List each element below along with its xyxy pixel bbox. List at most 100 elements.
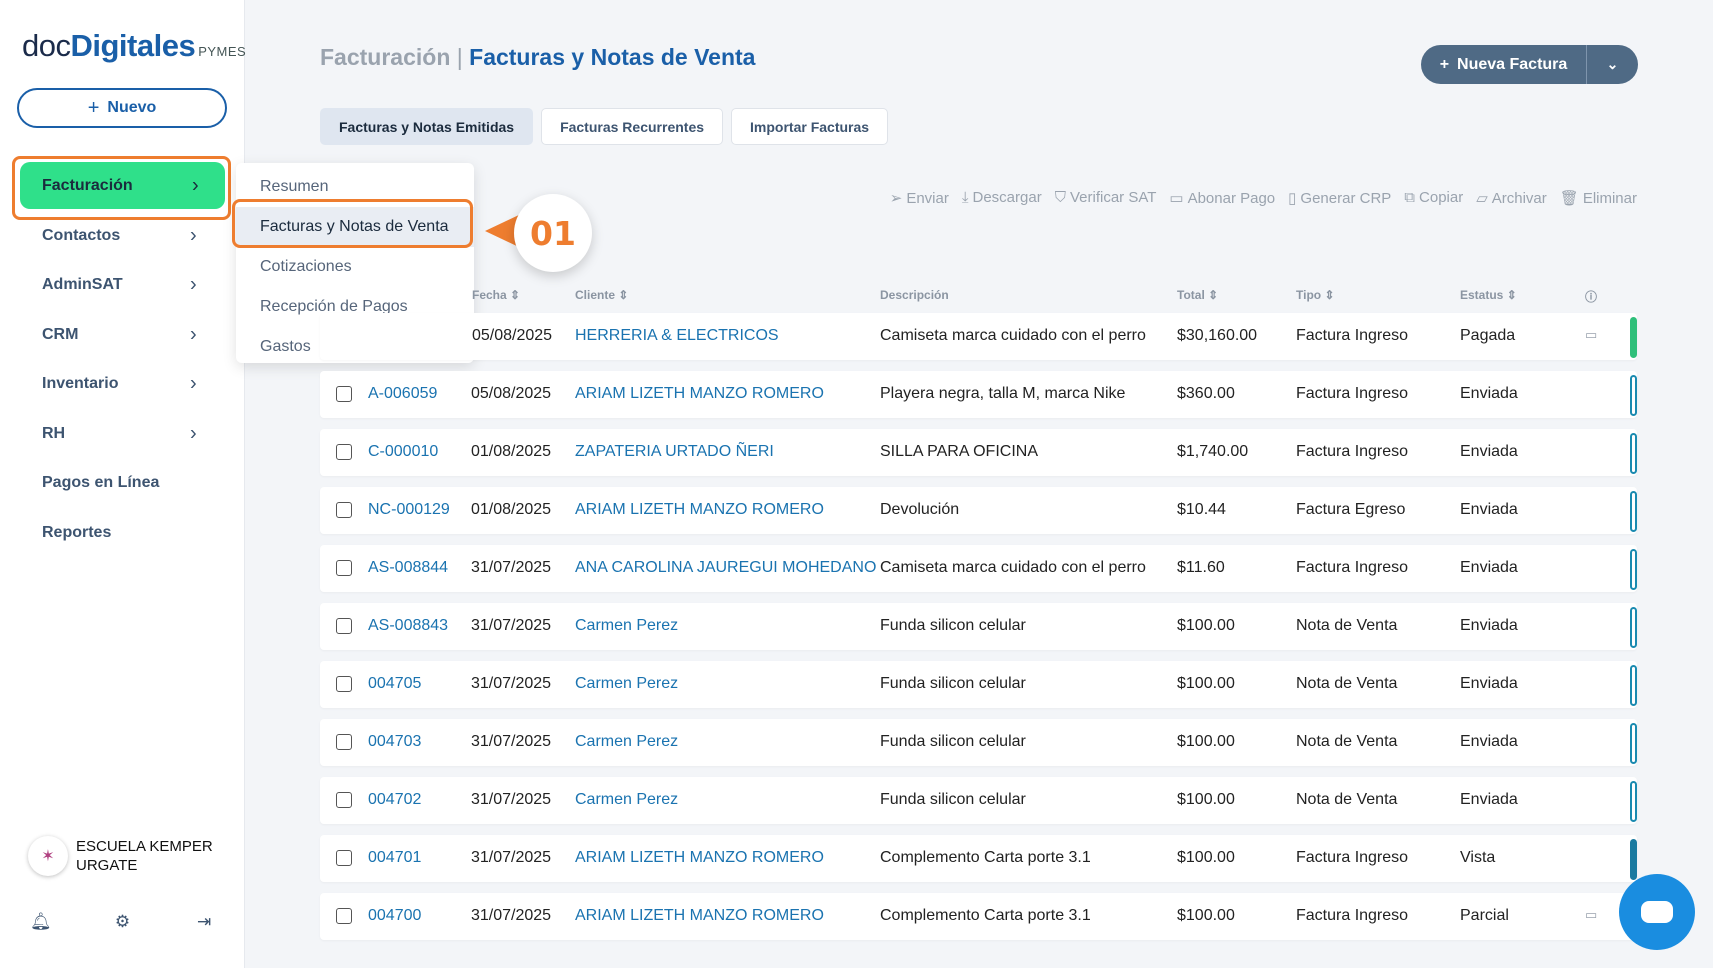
chevron-right-icon: › (190, 372, 197, 395)
new-invoice-button[interactable]: + Nueva Factura (1421, 56, 1586, 74)
table-row[interactable]: 05/08/2025 HERRERIA & ELECTRICOS Camiset… (320, 313, 1637, 360)
add-payment-label: Abonar Pago (1187, 190, 1276, 207)
row-checkbox[interactable] (336, 618, 352, 634)
plus-icon: + (87, 96, 100, 119)
table-row[interactable]: NC-000129 01/08/2025 ARIAM LIZETH MANZO … (320, 487, 1637, 534)
download-action[interactable]: ⤓ Descargar (962, 189, 1042, 207)
cell-folio[interactable]: 004702 (368, 791, 421, 809)
submenu-item-cotizaciones[interactable]: Cotizaciones (236, 247, 474, 287)
table-row[interactable]: C-000010 01/08/2025 ZAPATERIA URTADO ÑER… (320, 429, 1637, 476)
gear-icon[interactable]: ⚙ (82, 912, 164, 932)
sidebar-item-pagos-en-linea[interactable]: Pagos en Línea (0, 459, 245, 509)
cell-cliente[interactable]: Carmen Perez (575, 791, 678, 809)
cell-folio[interactable]: 004700 (368, 907, 421, 925)
table-row[interactable]: 004703 31/07/2025 Carmen Perez Funda sil… (320, 719, 1637, 766)
row-checkbox[interactable] (336, 560, 352, 576)
row-checkbox[interactable] (336, 850, 352, 866)
header-cliente[interactable]: Cliente ⇕ (575, 288, 628, 302)
send-label: Enviar (906, 190, 949, 207)
payment-icon[interactable]: ▭ (1585, 907, 1597, 923)
cell-cliente[interactable]: HERRERIA & ELECTRICOS (575, 327, 779, 345)
tab-recurrentes[interactable]: Facturas Recurrentes (541, 108, 724, 145)
status-indicator (1630, 491, 1637, 532)
header-fecha[interactable]: Fecha ⇕ (472, 288, 520, 302)
sidebar-item-reportes[interactable]: Reportes (0, 508, 245, 558)
row-checkbox[interactable] (336, 734, 352, 750)
verify-sat-label: Verificar SAT (1069, 189, 1157, 206)
cell-cliente[interactable]: ARIAM LIZETH MANZO ROMERO (575, 849, 824, 867)
send-action[interactable]: ➢ Enviar (890, 189, 949, 207)
chevron-down-icon[interactable]: ⌄ (1586, 45, 1638, 84)
new-button[interactable]: + Nuevo (17, 88, 227, 128)
tab-importar[interactable]: Importar Facturas (731, 108, 889, 145)
new-invoice-label: Nueva Factura (1457, 55, 1568, 73)
cell-folio[interactable]: 004703 (368, 733, 421, 751)
cell-folio[interactable]: AS-008844 (368, 559, 448, 577)
verify-sat-action[interactable]: ⛉ Verificar SAT (1055, 189, 1157, 207)
cell-folio[interactable]: 004705 (368, 675, 421, 693)
chevron-right-icon: › (190, 273, 197, 296)
sidebar-item-crm[interactable]: CRM › (0, 310, 245, 360)
archive-action[interactable]: ▱ Archivar (1476, 189, 1547, 207)
cell-folio[interactable]: 004701 (368, 849, 421, 867)
cell-folio[interactable]: AS-008843 (368, 617, 448, 635)
table-row[interactable]: AS-008844 31/07/2025 ANA CAROLINA JAUREG… (320, 545, 1637, 592)
table-row[interactable]: 004705 31/07/2025 Carmen Perez Funda sil… (320, 661, 1637, 708)
tab-emitidas[interactable]: Facturas y Notas Emitidas (320, 108, 534, 145)
cell-estatus: Parcial (1460, 907, 1509, 924)
table-row[interactable]: 004700 31/07/2025 ARIAM LIZETH MANZO ROM… (320, 893, 1637, 940)
cell-fecha: 31/07/2025 (471, 849, 552, 866)
app-logo[interactable]: docDigitales PYMES (22, 28, 246, 64)
cell-cliente[interactable]: Carmen Perez (575, 733, 678, 751)
row-checkbox[interactable] (336, 444, 352, 460)
status-indicator (1630, 317, 1637, 358)
company-name: ESCUELA KEMPER URGATE (76, 838, 213, 874)
header-estatus[interactable]: Estatus ⇕ (1460, 288, 1517, 302)
status-indicator (1630, 839, 1637, 880)
copy-action[interactable]: ⧉ Copiar (1404, 189, 1463, 207)
table-row[interactable]: 004702 31/07/2025 Carmen Perez Funda sil… (320, 777, 1637, 824)
cell-cliente[interactable]: ARIAM LIZETH MANZO ROMERO (575, 385, 824, 403)
status-indicator (1630, 781, 1637, 822)
table-row[interactable]: 004701 31/07/2025 ARIAM LIZETH MANZO ROM… (320, 835, 1637, 882)
table-row[interactable]: AS-008843 31/07/2025 Carmen Perez Funda … (320, 603, 1637, 650)
logo-doc: doc (22, 28, 71, 63)
cell-folio[interactable]: NC-000129 (368, 501, 450, 519)
table-row[interactable]: A-006059 05/08/2025 ARIAM LIZETH MANZO R… (320, 371, 1637, 418)
cell-estatus: Enviada (1460, 791, 1518, 808)
payment-icon[interactable]: ▭ (1585, 327, 1597, 343)
cell-cliente[interactable]: ARIAM LIZETH MANZO ROMERO (575, 907, 824, 925)
sidebar-item-rh[interactable]: RH › (0, 409, 245, 459)
chat-button[interactable] (1619, 874, 1695, 950)
row-checkbox[interactable] (336, 792, 352, 808)
sidebar-item-inventario[interactable]: Inventario › (0, 360, 245, 410)
sidebar-item-adminsat[interactable]: AdminSAT › (0, 261, 245, 311)
row-checkbox[interactable] (336, 676, 352, 692)
row-checkbox[interactable] (336, 502, 352, 518)
info-icon[interactable]: ⓘ (1585, 288, 1597, 305)
row-checkbox[interactable] (336, 908, 352, 924)
header-total-label: Total (1177, 288, 1205, 302)
cell-folio[interactable]: C-000010 (368, 443, 438, 461)
cell-cliente[interactable]: ANA CAROLINA JAUREGUI MOHEDANO (575, 559, 876, 577)
logout-icon[interactable]: ⇥ (163, 912, 245, 932)
bell-icon[interactable]: 🔔︎ (0, 912, 82, 932)
company-selector[interactable]: ✶ ESCUELA KEMPER URGATE (28, 836, 226, 876)
row-checkbox[interactable] (336, 386, 352, 402)
delete-action[interactable]: 🗑︎ Eliminar (1560, 189, 1637, 207)
generate-crp-action[interactable]: ▯ Generar CRP (1288, 189, 1391, 207)
cell-cliente[interactable]: ZAPATERIA URTADO ÑERI (575, 443, 774, 461)
status-indicator (1630, 723, 1637, 764)
cell-descripcion: Funda silicon celular (880, 733, 1026, 750)
cell-folio[interactable]: A-006059 (368, 385, 437, 403)
header-fecha-label: Fecha (472, 288, 507, 302)
header-tipo[interactable]: Tipo ⇕ (1296, 288, 1335, 302)
add-payment-action[interactable]: ▭ Abonar Pago (1169, 189, 1275, 207)
breadcrumb-parent[interactable]: Facturación (320, 44, 450, 70)
cell-cliente[interactable]: Carmen Perez (575, 675, 678, 693)
cell-cliente[interactable]: Carmen Perez (575, 617, 678, 635)
header-total[interactable]: Total ⇕ (1177, 288, 1218, 302)
cell-estatus: Enviada (1460, 443, 1518, 460)
header-descripcion: Descripción (880, 288, 949, 302)
cell-cliente[interactable]: ARIAM LIZETH MANZO ROMERO (575, 501, 824, 519)
